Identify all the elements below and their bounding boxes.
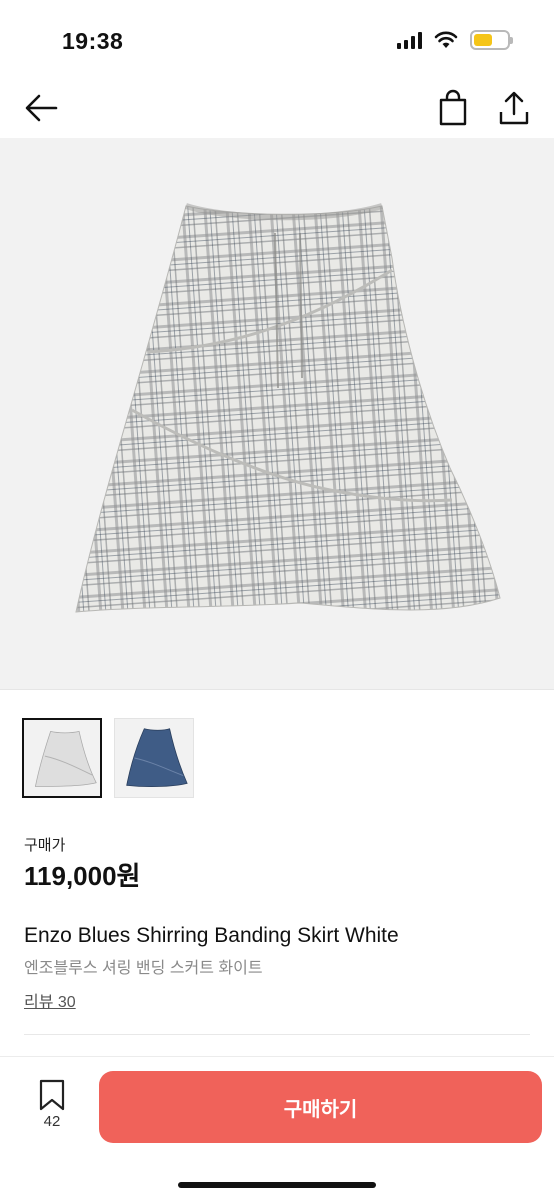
nav-bar: [0, 80, 554, 138]
thumbnail-white[interactable]: [22, 718, 102, 798]
share-icon[interactable]: [496, 88, 532, 128]
price-label: 구매가: [24, 837, 66, 854]
wifi-icon: [434, 31, 458, 48]
thumbnail-navy[interactable]: [114, 718, 194, 798]
price: 119,000원: [24, 861, 141, 891]
bottom-action-bar: 42 구매하기: [0, 1056, 554, 1200]
bookmark-button[interactable]: 42: [30, 1079, 74, 1139]
battery-icon: [470, 30, 513, 50]
cellular-signal-icon: [397, 31, 422, 49]
bookmark-count: 42: [43, 1113, 61, 1130]
reviews-link[interactable]: 리뷰 30: [24, 988, 76, 1012]
product-main-image[interactable]: [0, 138, 554, 690]
buy-button[interactable]: 구매하기: [99, 1071, 542, 1143]
status-icons: [397, 30, 513, 50]
status-time: 19:38: [62, 28, 124, 54]
back-arrow-icon[interactable]: [22, 90, 62, 126]
thumbnail-list: [22, 718, 194, 798]
home-indicator: [178, 1182, 376, 1188]
divider: [24, 1034, 530, 1035]
product-name-en: Enzo Blues Shirring Banding Skirt White: [24, 924, 399, 947]
skirt-image: [75, 203, 501, 613]
status-bar: 19:38: [0, 0, 554, 80]
product-name-ko: 엔조블루스 셔링 밴딩 스커트 화이트: [24, 960, 263, 977]
bookmark-icon: [39, 1079, 65, 1111]
shopping-bag-icon[interactable]: [435, 88, 471, 128]
